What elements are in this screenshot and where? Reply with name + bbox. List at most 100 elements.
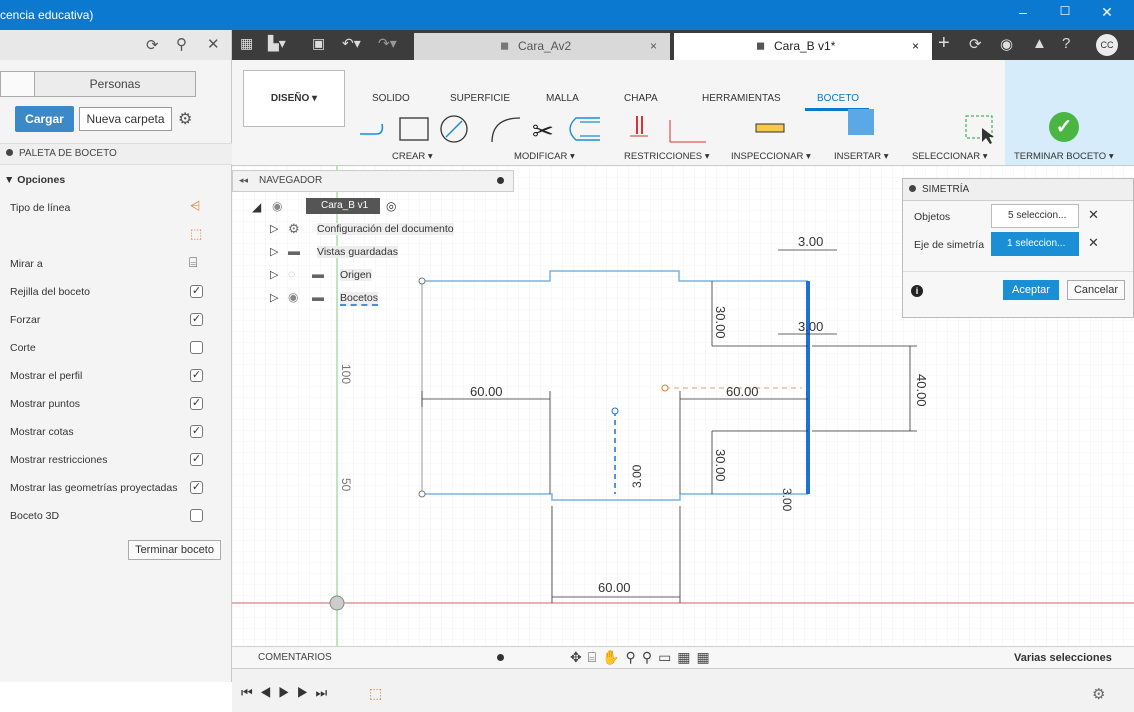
show-profile-checkbox[interactable]: ✓ xyxy=(190,369,203,382)
dim-40[interactable]: 40.00 xyxy=(914,374,929,407)
nav-item-sketches[interactable]: Bocetos xyxy=(340,292,378,306)
new-tab-icon[interactable]: + xyxy=(938,32,950,55)
undo-icon[interactable]: ↶▾ xyxy=(342,35,361,52)
tab-close-icon[interactable]: × xyxy=(912,33,919,59)
search-icon[interactable]: ⚲ xyxy=(176,35,187,53)
gear-icon[interactable]: ⚙ xyxy=(178,109,192,129)
collapse-dot-icon[interactable] xyxy=(909,185,916,192)
new-folder-button[interactable]: Nueva carpeta xyxy=(79,107,172,131)
group-inspect[interactable]: INSPECCIONAR ▾ xyxy=(731,151,811,162)
info-icon[interactable]: i xyxy=(911,285,923,297)
minimize-button[interactable]: – xyxy=(1008,4,1038,20)
file-icon[interactable]: ▙▾ xyxy=(268,35,286,52)
show-projected-checkbox[interactable]: ✓ xyxy=(190,481,203,494)
dim-60-left[interactable]: 60.00 xyxy=(470,384,503,399)
hidden-eye-icon[interactable]: ◌ xyxy=(288,267,295,281)
group-insert[interactable]: INSERTAR ▾ xyxy=(834,151,889,162)
dim-3-bottom-right[interactable]: 3.00 xyxy=(780,488,794,511)
expand-icon[interactable]: ▷ xyxy=(270,268,278,281)
extensions-icon[interactable]: ⟳ xyxy=(969,35,982,53)
collapse-icon[interactable]: ◂◂ xyxy=(239,175,248,186)
visibility-icon[interactable]: ◉ xyxy=(272,199,282,213)
accept-button[interactable]: Aceptar xyxy=(1003,280,1059,300)
dim-30-top[interactable]: 30.00 xyxy=(713,306,728,339)
close-icon[interactable]: ✕ xyxy=(207,35,220,53)
nav-item-doc-settings[interactable]: Configuración del documento xyxy=(317,223,454,235)
nav-item-origin[interactable]: Origen xyxy=(340,269,372,281)
grid-menu-icon[interactable]: ▦ xyxy=(240,35,253,52)
group-constraints[interactable]: RESTRICCIONES ▾ xyxy=(624,151,710,162)
expand-icon[interactable]: ▷ xyxy=(270,222,278,235)
show-dimensions-checkbox[interactable]: ✓ xyxy=(190,425,203,438)
root-component[interactable]: Cara_B v1 xyxy=(306,198,380,214)
tab-sheet[interactable]: CHAPA xyxy=(624,93,658,104)
dim-3-top[interactable]: 3.00 xyxy=(798,234,823,249)
close-button[interactable]: ✕ xyxy=(1092,4,1122,21)
dim-3-mid[interactable]: 3.00 xyxy=(798,319,823,334)
navigator-header[interactable]: ◂◂ NAVEGADOR xyxy=(232,170,514,192)
clear-axis-icon[interactable]: ✕ xyxy=(1088,235,1099,251)
snap-checkbox[interactable]: ✓ xyxy=(190,313,203,326)
group-modify[interactable]: MODIFICAR ▾ xyxy=(514,151,575,162)
cancel-button[interactable]: Cancelar xyxy=(1067,280,1125,300)
dim-3-bottom-left[interactable]: 3.00 xyxy=(630,465,644,488)
activate-icon[interactable]: ◎ xyxy=(386,199,396,213)
visibility-icon[interactable]: ◉ xyxy=(288,290,298,304)
help-icon[interactable]: ? xyxy=(1062,35,1070,52)
insert-image-icon[interactable] xyxy=(848,109,874,135)
dim-60-right[interactable]: 60.00 xyxy=(726,384,759,399)
tab-surface[interactable]: SUPERFICIE xyxy=(450,93,510,104)
tab-solid[interactable]: SOLIDO xyxy=(372,93,410,104)
sketch-grid-checkbox[interactable]: ✓ xyxy=(190,285,203,298)
nav-item-saved-views[interactable]: Vistas guardadas xyxy=(317,246,398,258)
tab-close-icon[interactable]: × xyxy=(650,33,657,59)
tab-cara-bv1[interactable]: ◼ Cara_B v1* × xyxy=(674,33,932,60)
sketch-palette-header[interactable]: PALETA DE BOCETO xyxy=(0,143,232,165)
sketch-3d-checkbox[interactable] xyxy=(190,509,203,522)
load-button[interactable]: Cargar xyxy=(15,106,74,132)
timeline-sketch-icon[interactable]: ⬚ xyxy=(369,685,382,702)
look-at-icon[interactable]: ⌸ xyxy=(189,254,197,271)
construction-icon[interactable]: ⬚ xyxy=(190,226,202,242)
bottom-bar: COMENTARIOS ✥⌸✋⚲⚲▭▦▦ Varias selecciones … xyxy=(232,646,1134,712)
pin-icon[interactable] xyxy=(497,654,504,661)
save-icon[interactable]: ▣ xyxy=(312,35,325,52)
group-create[interactable]: CREAR ▾ xyxy=(392,151,433,162)
redo-icon[interactable]: ↷▾ xyxy=(378,35,397,52)
dim-30-bottom[interactable]: 30.00 xyxy=(713,449,728,482)
axis-selector[interactable]: 1 seleccion... xyxy=(991,232,1079,256)
tab-project[interactable] xyxy=(1,72,35,96)
maximize-button[interactable]: ☐ xyxy=(1050,4,1080,18)
jobs-icon[interactable]: ◉ xyxy=(1000,35,1013,53)
sketch-canvas[interactable]: 60.00 60.00 60.00 3.00 3.00 30.00 30.00 … xyxy=(232,166,1134,646)
tab-sketch[interactable]: BOCETO xyxy=(817,93,859,104)
show-constraints-checkbox[interactable]: ✓ xyxy=(190,453,203,466)
objects-selector[interactable]: 5 seleccion... xyxy=(991,204,1079,228)
refresh-icon[interactable]: ⟳ xyxy=(146,36,159,54)
group-select[interactable]: SELECCIONAR ▾ xyxy=(912,151,988,162)
avatar[interactable]: CC xyxy=(1096,34,1118,56)
finish-sketch-icon[interactable]: ✓ xyxy=(1049,112,1079,142)
finish-sketch-button[interactable]: Terminar boceto xyxy=(128,540,221,560)
viewport-tools-icons[interactable]: ✥⌸✋⚲⚲▭▦▦ xyxy=(570,649,716,666)
clear-objects-icon[interactable]: ✕ xyxy=(1088,207,1099,223)
tab-mesh[interactable]: MALLA xyxy=(546,93,579,104)
expand-root-icon[interactable]: ◢ xyxy=(252,200,261,214)
timeline-settings-icon[interactable]: ⚙ xyxy=(1092,685,1105,703)
timeline-controls[interactable]: ⏮◀▶▶⏭ xyxy=(241,685,334,701)
group-finish-sketch[interactable]: TERMINAR BOCETO ▾ xyxy=(1014,151,1114,162)
expand-icon[interactable]: ▷ xyxy=(270,245,278,258)
options-header[interactable]: ▼ Opciones xyxy=(4,174,65,186)
expand-icon[interactable]: ▷ xyxy=(270,291,278,304)
notifications-icon[interactable]: ▲ xyxy=(1032,35,1047,52)
slice-checkbox[interactable] xyxy=(190,341,203,354)
tab-tools[interactable]: HERRAMIENTAS xyxy=(702,93,781,104)
pin-icon[interactable] xyxy=(497,177,504,184)
comments-bar: COMENTARIOS ✥⌸✋⚲⚲▭▦▦ Varias selecciones xyxy=(232,647,1134,669)
tab-people[interactable]: Personas xyxy=(35,72,195,96)
workspace-selector[interactable]: DISEÑO ▾ xyxy=(243,70,345,127)
tab-cara-av2[interactable]: ◼ Cara_Av2 × xyxy=(414,33,670,60)
dim-60-bottom[interactable]: 60.00 xyxy=(598,580,631,595)
line-type-icon[interactable]: ⩤ xyxy=(190,198,200,214)
show-points-checkbox[interactable]: ✓ xyxy=(190,397,203,410)
